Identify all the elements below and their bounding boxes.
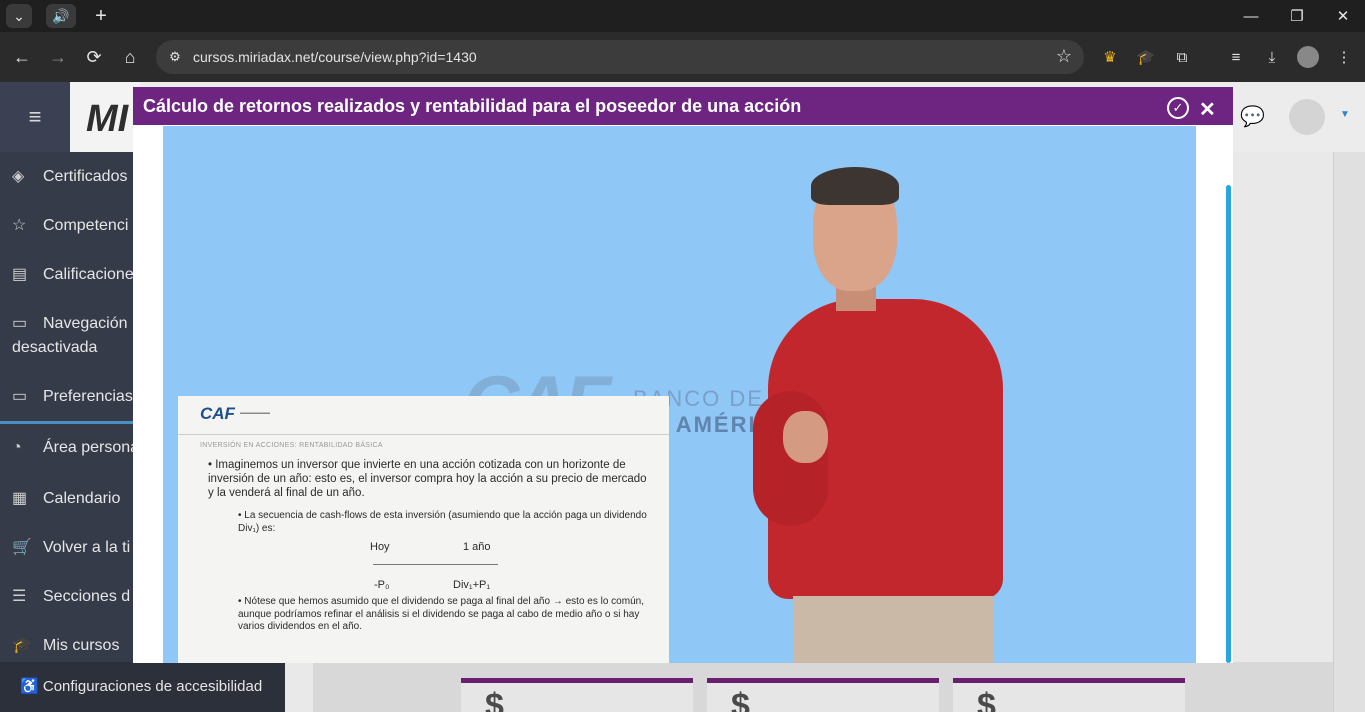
sidebar-item-certificados[interactable]: ◈ Certificados: [12, 166, 127, 186]
course-card[interactable]: $: [707, 678, 939, 712]
presenter-pants: [793, 596, 993, 663]
modal-title: Cálculo de retornos realizados y rentabi…: [143, 96, 802, 116]
slide-logo: CAF: [200, 404, 235, 423]
close-window-button[interactable]: ✕: [1320, 0, 1365, 32]
course-card[interactable]: $: [953, 678, 1185, 712]
slide-bullet-3: • Nótese que hemos asumido que el divide…: [238, 596, 644, 632]
user-menu-chevron-icon[interactable]: ▼: [1340, 109, 1350, 120]
modal-header: Cálculo de retornos realizados y rentabi…: [133, 87, 1233, 125]
layers-icon: ◈: [12, 168, 25, 185]
url-text: cursos.miriadax.net/course/view.php?id=1…: [193, 49, 477, 65]
bookmark-star-icon[interactable]: ☆: [1056, 46, 1072, 67]
reload-button[interactable]: ⟳: [81, 44, 107, 70]
cart-icon: 🛒: [12, 539, 32, 556]
slide-heading: INVERSIÓN EN ACCIONES: RENTABILIDAD BÁSI…: [200, 442, 383, 449]
dollar-icon: $: [485, 687, 504, 712]
download-icon[interactable]: ⤓: [1261, 46, 1283, 68]
sidebar-item-volver-tienda[interactable]: 🛒 Volver a la ti: [12, 537, 130, 557]
presenter-hand: [783, 411, 828, 463]
sidebar-item-secciones[interactable]: ☰ Secciones d: [12, 586, 130, 606]
profile-avatar-icon[interactable]: [1297, 46, 1319, 68]
sidebar-item-preferencias[interactable]: ▭ Preferencias: [12, 386, 133, 406]
timeline-div-label: Div₁+P₁: [453, 579, 491, 591]
address-bar[interactable]: ⚙ cursos.miriadax.net/course/view.php?id…: [156, 40, 1084, 74]
timeline-ano-label: 1 año: [463, 541, 491, 553]
sidebar-item-calendario[interactable]: ▦ Calendario: [12, 488, 120, 508]
star-icon: ☆: [12, 217, 27, 234]
tab-search-chevron-icon[interactable]: ⌄: [6, 4, 32, 28]
course-card[interactable]: $: [461, 678, 693, 712]
site-info-icon[interactable]: ⚙: [166, 48, 184, 66]
slide-logo-subtitle: ▬▬▬▬▬▬: [240, 410, 270, 416]
media-control-icon[interactable]: ≡: [1225, 46, 1247, 68]
book-icon: ▤: [12, 266, 28, 283]
close-modal-icon[interactable]: ✕: [1199, 97, 1216, 122]
presenter-hair: [811, 167, 899, 205]
graduation-extension-icon[interactable]: 🎓: [1135, 46, 1157, 68]
user-avatar[interactable]: [1289, 99, 1325, 135]
check-circle-icon[interactable]: ✓: [1167, 97, 1189, 119]
messages-icon[interactable]: 💬: [1240, 104, 1265, 129]
video-modal: Cálculo de retornos realizados y rentabi…: [133, 87, 1233, 663]
graduation-icon: 🎓: [12, 637, 32, 654]
folder-icon: ▭: [12, 315, 28, 332]
slide-bullet-2: • La secuencia de cash-flows de esta inv…: [238, 510, 647, 534]
accessibility-settings-link[interactable]: ♿ Configuraciones de accesibilidad: [0, 662, 285, 712]
dollar-icon: $: [731, 687, 750, 712]
sidebar-item-navegacion-line2[interactable]: desactivada: [12, 339, 97, 357]
minimize-button[interactable]: —: [1228, 0, 1274, 32]
sidebar-item-competencias[interactable]: ☆ Competenci: [12, 215, 128, 235]
lecture-slide: CAF ▬▬▬▬▬▬ INVERSIÓN EN ACCIONES: RENTAB…: [178, 396, 669, 663]
new-tab-button[interactable]: +: [88, 4, 114, 28]
sidebar-item-calificaciones[interactable]: ▤ Calificacione: [12, 264, 134, 284]
slide-divider: [178, 434, 669, 435]
accessibility-icon: ♿: [20, 678, 43, 695]
dashboard-icon: ◔: [12, 439, 22, 456]
sidebar-item-area-personal[interactable]: ◔ Área persona: [12, 439, 139, 457]
tab-audio-icon[interactable]: 🔊: [46, 4, 76, 28]
sidebar-item-navegacion[interactable]: ▭ Navegación: [12, 313, 128, 333]
crown-extension-icon[interactable]: ♛: [1099, 46, 1121, 68]
browser-menu-icon[interactable]: ⋮: [1333, 46, 1355, 68]
video-player[interactable]: CAF BANCO DE DE DE AMÉRICA CAF ▬▬▬▬▬▬ IN…: [163, 126, 1196, 663]
list-icon: ☰: [12, 588, 27, 605]
hamburger-menu-icon[interactable]: ≡: [0, 82, 70, 152]
home-button[interactable]: ⌂: [117, 44, 143, 70]
slide-bullet-1: • Imaginemos un inversor que invierte en…: [208, 459, 647, 499]
calendar-icon: ▦: [12, 490, 28, 507]
folder-icon: ▭: [12, 388, 28, 405]
timeline-p0-label: -P₀: [374, 579, 390, 591]
back-button[interactable]: ←: [9, 44, 35, 70]
dollar-icon: $: [977, 687, 996, 712]
forward-button[interactable]: →: [45, 44, 71, 70]
restore-button[interactable]: ❐: [1274, 0, 1320, 32]
sidebar-item-mis-cursos[interactable]: 🎓 Mis cursos: [12, 635, 119, 655]
timeline-hoy-label: Hoy: [370, 541, 390, 553]
presenter-figure: [753, 167, 1043, 663]
timeline-axis: [373, 564, 498, 565]
modal-scrollbar[interactable]: [1226, 185, 1231, 663]
site-logo[interactable]: MI: [70, 82, 140, 152]
extensions-puzzle-icon[interactable]: ⧉: [1171, 46, 1193, 68]
browser-toolbar: ← → ⟳ ⌂ ⚙ cursos.miriadax.net/course/vie…: [0, 32, 1365, 82]
browser-tab-bar: ⌄ 🔊 + — ❐ ✕: [0, 0, 1365, 32]
page-right-rail: [1333, 152, 1365, 712]
